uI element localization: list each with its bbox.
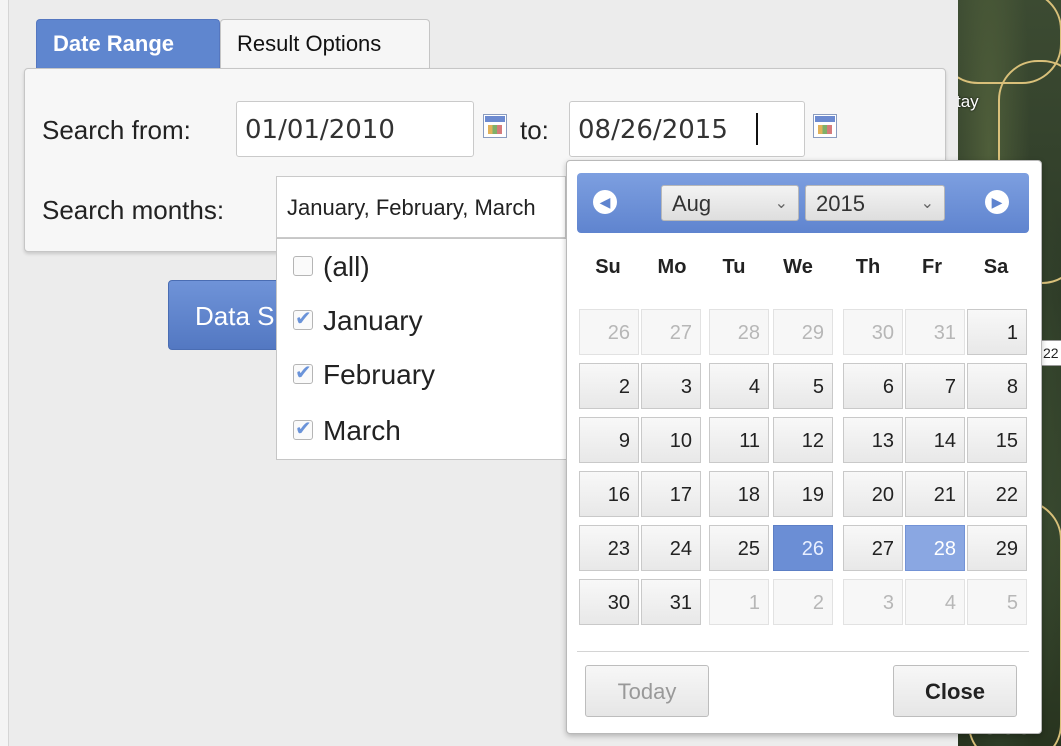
chevron-right-icon: ▶ — [991, 194, 1003, 210]
calendar-day-other-month[interactable]: 28 — [709, 309, 769, 355]
calendar-day[interactable]: 27 — [843, 525, 903, 571]
month-option-label: March — [323, 415, 401, 446]
weekday-header: Mo — [657, 256, 687, 278]
tab-date-range[interactable]: Date Range — [36, 19, 220, 68]
calendar-day[interactable]: 10 — [641, 417, 701, 463]
weekday-header: Fr — [922, 256, 942, 278]
month-option-march[interactable]: March — [293, 415, 401, 447]
weekday-header: Th — [855, 256, 881, 278]
checkbox-checked-icon[interactable] — [293, 360, 313, 385]
calendar-day-selected[interactable]: 28 — [905, 525, 965, 571]
calendar-icon[interactable] — [483, 114, 507, 138]
calendar-day-other-month[interactable]: 4 — [905, 579, 965, 625]
close-button[interactable]: Close — [893, 665, 1017, 717]
month-option-january[interactable]: January — [293, 305, 423, 337]
calendar-day[interactable]: 23 — [579, 525, 639, 571]
today-button[interactable]: Today — [585, 665, 709, 717]
month-option-label: February — [323, 359, 436, 390]
datepicker-divider — [577, 651, 1029, 652]
datepicker-popup: ◀ Aug ⌄ 2015 ⌄ ▶ Su Mo Tu We Th Fr Sa 26 2… — [566, 160, 1042, 734]
calendar-day-other-month[interactable]: 1 — [709, 579, 769, 625]
calendar-day[interactable]: 9 — [579, 417, 639, 463]
calendar-day[interactable]: 4 — [709, 363, 769, 409]
months-dropdown: (all) January February March — [276, 238, 568, 460]
search-to-input[interactable]: 08/26/2015 — [569, 101, 805, 157]
calendar-day[interactable]: 2 — [579, 363, 639, 409]
calendar-day[interactable]: 20 — [843, 471, 903, 517]
calendar-day-other-month[interactable]: 30 — [843, 309, 903, 355]
year-select[interactable]: 2015 ⌄ — [805, 185, 945, 221]
month-option-february[interactable]: February — [293, 359, 435, 391]
calendar-day[interactable]: 7 — [905, 363, 965, 409]
map-route-badge: 22 — [1040, 340, 1061, 366]
to-label: to: — [520, 115, 549, 145]
calendar-day-other-month[interactable]: 31 — [905, 309, 965, 355]
calendar-day[interactable]: 30 — [579, 579, 639, 625]
calendar-day-other-month[interactable]: 3 — [843, 579, 903, 625]
tab-result-options[interactable]: Result Options — [220, 19, 430, 68]
calendar-day[interactable]: 22 — [967, 471, 1027, 517]
weekday-header: Su — [595, 256, 621, 278]
calendar-day[interactable]: 15 — [967, 417, 1027, 463]
chevron-down-icon: ⌄ — [920, 195, 934, 212]
calendar-day[interactable]: 6 — [843, 363, 903, 409]
calendar-day[interactable]: 21 — [905, 471, 965, 517]
search-months-label: Search months: — [42, 195, 225, 225]
month-option-label: (all) — [323, 251, 370, 282]
calendar-day[interactable]: 11 — [709, 417, 769, 463]
weekday-header: Tu — [722, 256, 746, 278]
checkbox-icon[interactable] — [293, 255, 313, 276]
calendar-day[interactable]: 13 — [843, 417, 903, 463]
month-select[interactable]: Aug ⌄ — [661, 185, 799, 221]
search-from-label: Search from: — [42, 115, 191, 145]
text-cursor — [756, 113, 758, 145]
calendar-day[interactable]: 31 — [641, 579, 701, 625]
calendar-day[interactable]: 19 — [773, 471, 833, 517]
calendar-day-other-month[interactable]: 26 — [579, 309, 639, 355]
calendar-day-other-month[interactable]: 29 — [773, 309, 833, 355]
weekday-header: We — [783, 256, 813, 278]
search-months-select[interactable]: January, February, March — [276, 176, 566, 238]
calendar-day[interactable]: 8 — [967, 363, 1027, 409]
calendar-day[interactable]: 12 — [773, 417, 833, 463]
left-border — [0, 0, 9, 746]
calendar-day[interactable]: 1 — [967, 309, 1027, 355]
calendar-day[interactable]: 16 — [579, 471, 639, 517]
calendar-day-other-month[interactable]: 2 — [773, 579, 833, 625]
calendar-day[interactable]: 3 — [641, 363, 701, 409]
next-month-button[interactable]: ▶ — [985, 190, 1009, 214]
calendar-day[interactable]: 14 — [905, 417, 965, 463]
weekday-header: Sa — [983, 256, 1009, 278]
prev-month-button[interactable]: ◀ — [593, 190, 617, 214]
calendar-day[interactable]: 24 — [641, 525, 701, 571]
calendar-day-today[interactable]: 26 — [773, 525, 833, 571]
year-select-value: 2015 — [816, 191, 865, 216]
calendar-day-other-month[interactable]: 5 — [967, 579, 1027, 625]
checkbox-checked-icon[interactable] — [293, 416, 313, 441]
month-select-value: Aug — [672, 191, 712, 216]
calendar-icon[interactable] — [813, 114, 837, 138]
chevron-left-icon: ◀ — [599, 194, 611, 210]
calendar-day[interactable]: 29 — [967, 525, 1027, 571]
month-option-label: January — [323, 305, 423, 336]
search-from-input[interactable]: 01/01/2010 — [236, 101, 474, 157]
calendar-day[interactable]: 17 — [641, 471, 701, 517]
calendar-day[interactable]: 5 — [773, 363, 833, 409]
map-label: tay — [958, 92, 979, 111]
calendar-day-other-month[interactable]: 27 — [641, 309, 701, 355]
checkbox-checked-icon[interactable] — [293, 306, 313, 331]
month-option-all[interactable]: (all) — [293, 251, 370, 283]
chevron-down-icon: ⌄ — [774, 195, 788, 212]
calendar-day[interactable]: 25 — [709, 525, 769, 571]
datepicker-header: ◀ Aug ⌄ 2015 ⌄ ▶ — [577, 173, 1029, 233]
calendar-day[interactable]: 18 — [709, 471, 769, 517]
